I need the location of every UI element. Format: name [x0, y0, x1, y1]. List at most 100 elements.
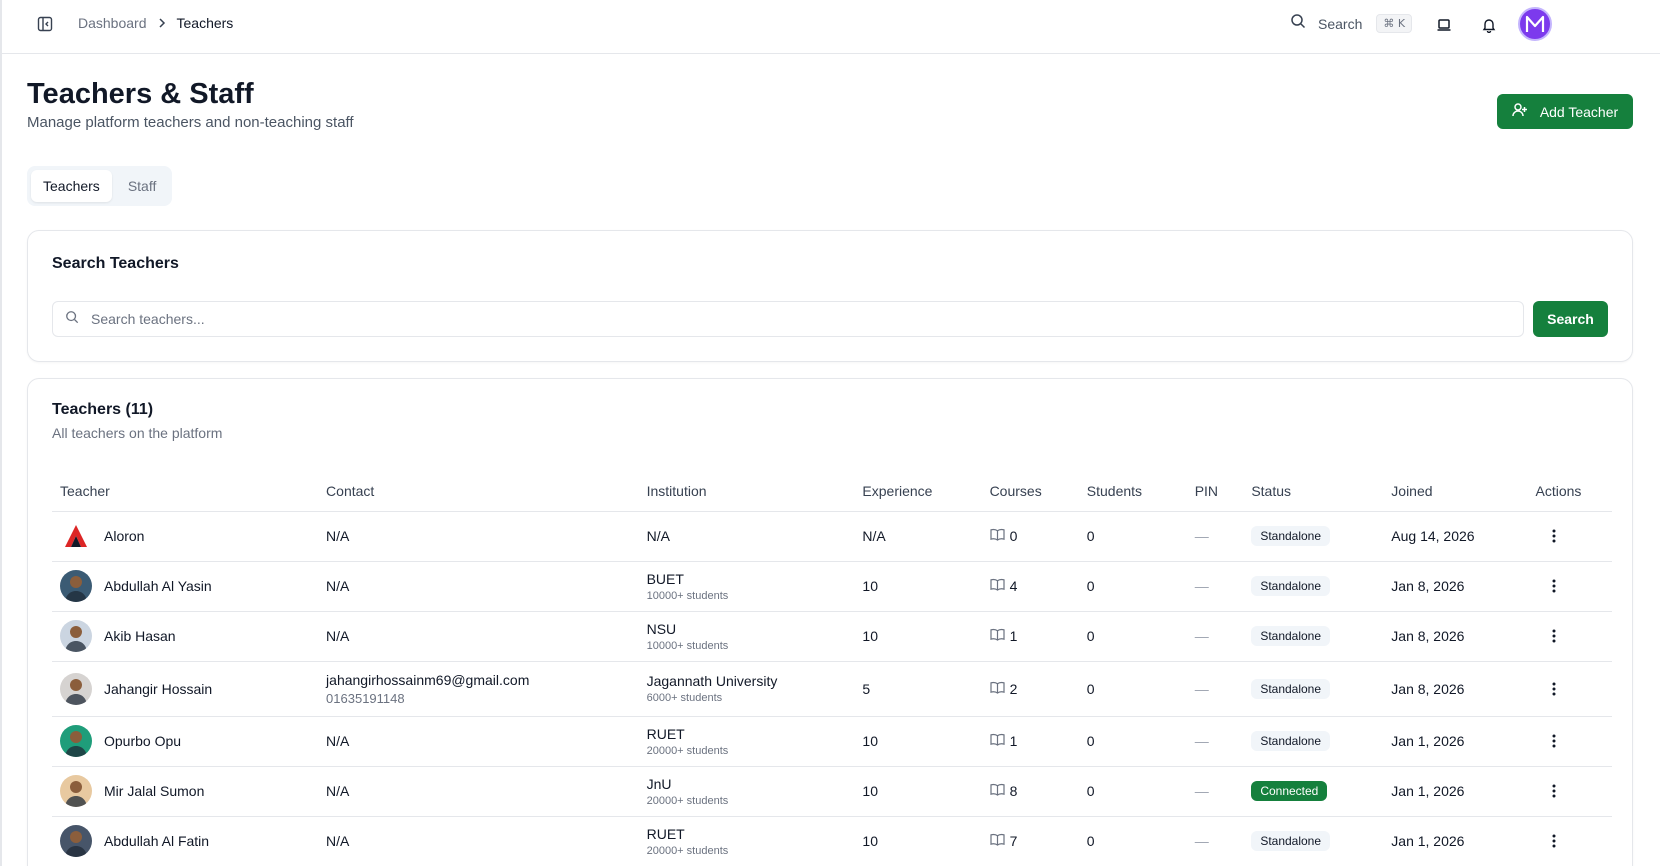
- add-teacher-button[interactable]: Add Teacher: [1497, 94, 1633, 129]
- table-header-row: Teacher Contact Institution Experience C…: [52, 471, 1612, 512]
- contact-email: N/A: [326, 833, 350, 849]
- column-header[interactable]: Status: [1243, 471, 1384, 512]
- joined-date: Jan 1, 2026: [1383, 766, 1528, 817]
- teachers-table-card: Teachers (11) All teachers on the platfo…: [27, 378, 1633, 866]
- table-row[interactable]: Jahangir Hossain jahangirhossainm69@gmai…: [52, 661, 1612, 717]
- search-button[interactable]: Search: [1533, 301, 1608, 337]
- institution-name: NSU: [646, 620, 677, 637]
- institution-name: BUET: [646, 570, 684, 587]
- table-row[interactable]: Akib Hasan N/A NSU 10000+ students 10 1 0…: [52, 611, 1612, 662]
- pin-value: —: [1186, 766, 1244, 817]
- status-badge: Standalone: [1251, 678, 1331, 699]
- contact-email: N/A: [326, 578, 350, 594]
- students-count: 0: [1078, 561, 1187, 612]
- more-actions-icon[interactable]: [1544, 576, 1564, 596]
- column-header[interactable]: Students: [1078, 471, 1187, 512]
- page-subtitle: Manage platform teachers and non-teachin…: [27, 114, 354, 131]
- status-badge: Standalone: [1251, 526, 1331, 546]
- experience-value: 10: [854, 766, 982, 817]
- institution-name: N/A: [646, 528, 670, 544]
- teacher-avatar: [60, 672, 92, 705]
- courses-count: 7: [1009, 833, 1018, 849]
- table-row[interactable]: Opurbo Opu N/A RUET 20000+ students 10 1 …: [52, 716, 1612, 767]
- more-actions-icon[interactable]: [1544, 526, 1564, 546]
- search-card: Search Teachers Search: [27, 230, 1633, 362]
- institution-size: 10000+ students: [646, 639, 729, 652]
- students-count: 0: [1078, 816, 1187, 866]
- experience-value: 5: [854, 661, 982, 717]
- institution-size: 20000+ students: [646, 744, 729, 757]
- experience-value: 10: [854, 716, 982, 767]
- column-header[interactable]: PIN: [1186, 471, 1244, 512]
- joined-date: Aug 14, 2026: [1383, 511, 1528, 562]
- search-card-title: Search Teachers: [52, 255, 179, 272]
- search-shortcut-badge: ⌘ K: [1376, 14, 1413, 33]
- status-badge: Connected: [1251, 781, 1328, 801]
- column-header[interactable]: Joined: [1383, 471, 1528, 512]
- column-header[interactable]: Teacher: [52, 471, 319, 512]
- book-icon: [989, 528, 1005, 544]
- teachers-count-title: Teachers (11): [52, 401, 154, 418]
- teacher-name[interactable]: Jahangir Hossain: [104, 681, 212, 697]
- status-badge: Standalone: [1251, 831, 1331, 851]
- courses-count: 1: [1009, 628, 1018, 644]
- column-header[interactable]: Institution: [638, 471, 855, 512]
- teacher-avatar: [60, 825, 92, 857]
- courses-count: 8: [1009, 783, 1018, 799]
- teacher-name[interactable]: Abdullah Al Yasin: [104, 578, 212, 594]
- breadcrumb: Dashboard Teachers: [78, 15, 233, 31]
- top-bar: Dashboard Teachers Search ⌘ K: [2, 0, 1660, 54]
- laptop-icon[interactable]: [1433, 14, 1455, 36]
- teacher-name[interactable]: Abdullah Al Fatin: [104, 833, 209, 849]
- more-actions-icon[interactable]: [1544, 831, 1564, 851]
- institution-size: 20000+ students: [646, 844, 729, 857]
- search-icon: [1290, 13, 1306, 34]
- teacher-name[interactable]: Mir Jalal Sumon: [104, 783, 204, 799]
- table-row[interactable]: Mir Jalal Sumon N/A JnU 20000+ students 1…: [52, 766, 1612, 817]
- institution-name: Jagannath University: [646, 673, 778, 689]
- table-row[interactable]: Abdullah Al Yasin N/A BUET 10000+ student…: [52, 561, 1612, 612]
- chevron-right-icon: [157, 18, 167, 28]
- column-header: Actions: [1527, 471, 1612, 512]
- joined-date: Jan 1, 2026: [1383, 816, 1528, 866]
- teacher-name[interactable]: Akib Hasan: [104, 628, 176, 644]
- bell-icon[interactable]: [1478, 14, 1500, 36]
- column-header[interactable]: Courses: [981, 471, 1079, 512]
- joined-date: Jan 8, 2026: [1383, 661, 1528, 717]
- column-header[interactable]: Experience: [854, 471, 982, 512]
- students-count: 0: [1078, 661, 1187, 717]
- tab-teachers[interactable]: Teachers: [31, 170, 112, 202]
- institution-name: RUET: [646, 725, 685, 742]
- contact-phone: 01635191148: [326, 690, 405, 706]
- teacher-search-input[interactable]: [91, 311, 1523, 327]
- add-teacher-label: Add Teacher: [1539, 103, 1619, 120]
- teacher-avatar: [60, 775, 92, 807]
- breadcrumb-dashboard[interactable]: Dashboard: [78, 15, 147, 31]
- global-search-button[interactable]: Search ⌘ K: [1290, 13, 1413, 34]
- teacher-avatar: [60, 725, 92, 757]
- teacher-name[interactable]: Opurbo Opu: [104, 733, 181, 749]
- teacher-name[interactable]: Aloron: [104, 528, 144, 544]
- book-icon: [989, 733, 1005, 749]
- courses-count: 0: [1009, 528, 1018, 544]
- user-avatar[interactable]: [1518, 7, 1552, 41]
- sidebar-toggle-icon[interactable]: [36, 15, 54, 33]
- contact-email: jahangirhossainm69@gmail.com: [326, 671, 530, 688]
- experience-value: N/A: [854, 511, 982, 562]
- more-actions-icon[interactable]: [1544, 626, 1564, 646]
- table-row[interactable]: Aloron N/A N/A N/A 0 0 — Standalone Aug …: [52, 511, 1612, 562]
- column-header[interactable]: Contact: [318, 471, 639, 512]
- pin-value: —: [1186, 816, 1244, 866]
- teacher-search-field[interactable]: [52, 301, 1524, 337]
- book-icon: [989, 783, 1005, 799]
- pin-value: —: [1186, 661, 1244, 717]
- more-actions-icon[interactable]: [1544, 679, 1564, 699]
- more-actions-icon[interactable]: [1544, 731, 1564, 751]
- tab-staff[interactable]: Staff: [116, 170, 169, 202]
- courses-count: 2: [1009, 680, 1018, 697]
- status-badge: Standalone: [1251, 576, 1331, 596]
- pin-value: —: [1186, 611, 1244, 662]
- table-row[interactable]: Abdullah Al Fatin N/A RUET 20000+ student…: [52, 816, 1612, 866]
- more-actions-icon[interactable]: [1544, 781, 1564, 801]
- book-icon: [989, 628, 1005, 644]
